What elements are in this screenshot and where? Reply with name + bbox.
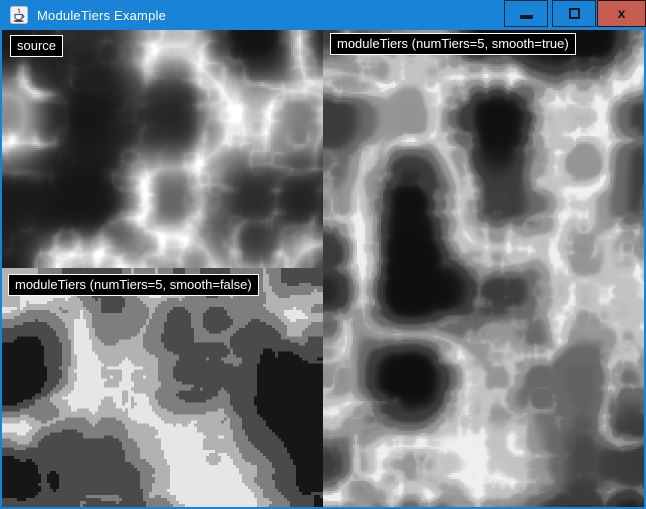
- render-area: source moduleTiers (numTiers=5, smooth=t…: [2, 30, 644, 507]
- tiers-hard-noise-image: [2, 268, 323, 507]
- source-noise-image: [2, 30, 323, 268]
- maximize-icon: [569, 8, 580, 19]
- close-button[interactable]: x: [597, 0, 646, 27]
- panel-label-source: source: [10, 35, 63, 57]
- tiers-smooth-noise-image: [323, 30, 644, 507]
- java-app-icon: [10, 6, 28, 24]
- maximize-button[interactable]: [552, 0, 596, 27]
- panel-label-tiers-hard: moduleTiers (numTiers=5, smooth=false): [8, 274, 259, 296]
- minimize-button[interactable]: [504, 0, 548, 27]
- window-title: ModuleTiers Example: [37, 8, 166, 23]
- window-controls: x: [504, 0, 646, 27]
- app-window: ModuleTiers Example x source moduleTiers…: [0, 0, 646, 509]
- panel-tiers-smooth: moduleTiers (numTiers=5, smooth=true): [323, 30, 644, 507]
- panel-tiers-hard: moduleTiers (numTiers=5, smooth=false): [2, 268, 323, 507]
- panel-label-tiers-smooth: moduleTiers (numTiers=5, smooth=true): [330, 33, 576, 55]
- minimize-icon: [520, 15, 533, 19]
- title-bar[interactable]: ModuleTiers Example x: [0, 0, 646, 30]
- panel-source: source: [2, 30, 323, 268]
- close-icon: x: [618, 6, 626, 20]
